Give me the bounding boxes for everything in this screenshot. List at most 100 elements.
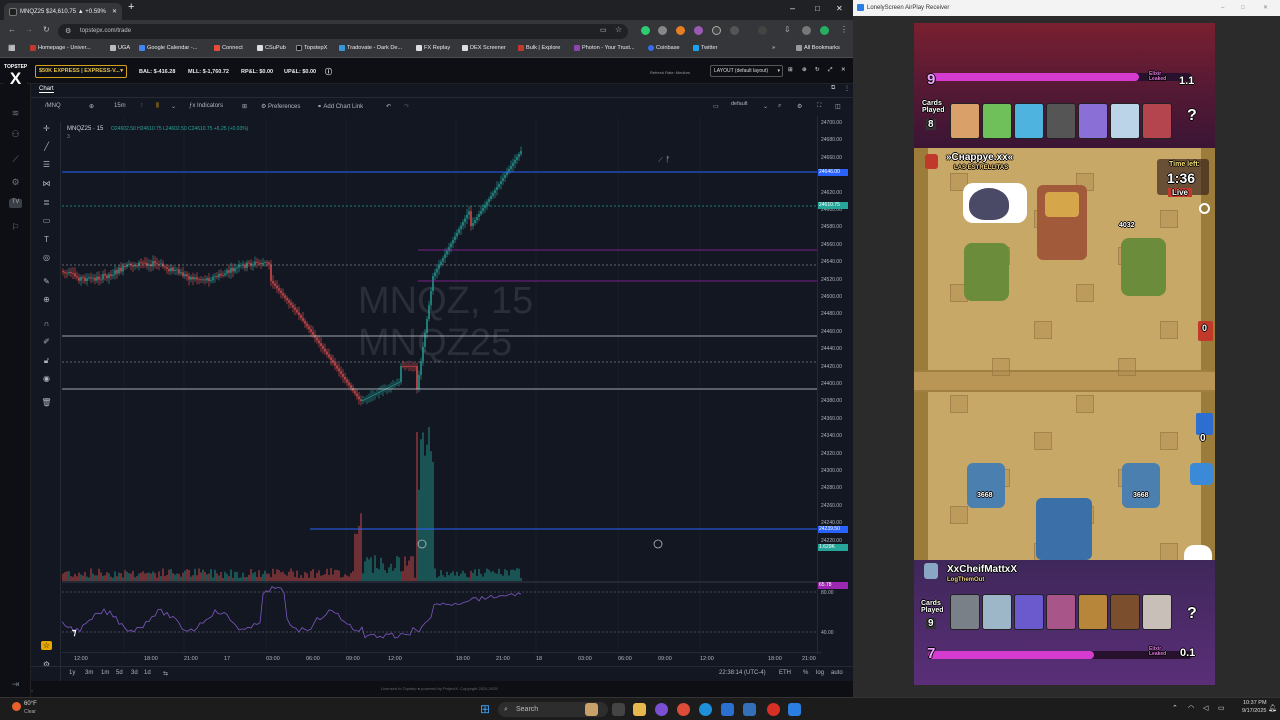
layout-select[interactable]: LAYOUT (default layout) ▾ bbox=[710, 65, 783, 77]
search-icon[interactable]: ⌕ bbox=[778, 103, 781, 110]
url-field[interactable]: ⚙ topstepx.com/trade bbox=[58, 24, 628, 39]
percent-toggle[interactable]: % bbox=[803, 670, 808, 676]
bookmark-connect[interactable]: Connect bbox=[214, 45, 243, 51]
bookmark-uga[interactable]: UGA bbox=[110, 45, 130, 51]
app-purple-icon[interactable] bbox=[655, 703, 668, 716]
range-1m[interactable]: 1m bbox=[101, 670, 109, 676]
battery-icon[interactable]: ▭ bbox=[1218, 704, 1225, 712]
extension-green-icon[interactable] bbox=[641, 26, 650, 35]
draw-mode-icon[interactable]: ✐ bbox=[41, 337, 52, 346]
airplay-receiver-icon[interactable] bbox=[788, 703, 801, 716]
bookmark-twitter[interactable]: Twitter bbox=[693, 45, 717, 51]
chart-layout-icon[interactable]: ▭ bbox=[713, 103, 719, 110]
site-info-icon[interactable]: ⚙ bbox=[65, 24, 71, 39]
trendline-icon[interactable]: ╱ bbox=[41, 142, 52, 151]
range-1d[interactable]: 1d bbox=[144, 670, 151, 676]
chart-settings-icon[interactable]: ⚙ bbox=[797, 103, 802, 110]
extension-x-icon[interactable] bbox=[712, 26, 721, 35]
refresh-icon[interactable]: ↻ bbox=[815, 67, 820, 73]
price-axis[interactable]: 24700.0024680.0024660.0024640.0024620.00… bbox=[817, 116, 853, 654]
legend-indicator-count[interactable]: 3 bbox=[67, 134, 248, 140]
back-icon[interactable]: ← bbox=[8, 25, 16, 34]
new-tab-icon[interactable]: + bbox=[128, 1, 134, 13]
extension-grey-icon[interactable] bbox=[658, 26, 667, 35]
popout-icon[interactable]: ⧉ bbox=[831, 85, 835, 92]
close-window-icon[interactable]: ✕ bbox=[1263, 0, 1268, 16]
bar-style-icon[interactable]: ⫶ bbox=[141, 103, 143, 110]
bookmark-star-icon[interactable]: ☆ bbox=[615, 25, 622, 34]
horizontal-lines-icon[interactable]: ☰ bbox=[41, 160, 52, 169]
reload-icon[interactable]: ↻ bbox=[43, 25, 50, 34]
template-select[interactable]: default bbox=[731, 101, 748, 107]
crosshair-icon[interactable]: ✛ bbox=[41, 124, 52, 133]
interval-select[interactable]: 15m bbox=[114, 103, 126, 109]
extension-orange-icon[interactable] bbox=[676, 26, 685, 35]
browser-tab[interactable]: MNQZ25 $24,610.75 ▲ +0.59% ✕ bbox=[4, 3, 122, 20]
fullscreen-chart-icon[interactable]: ⛶ bbox=[817, 103, 821, 110]
shape-icon[interactable]: ▭ bbox=[41, 216, 52, 225]
maximize-icon[interactable]: □ bbox=[1241, 0, 1245, 16]
account-selector[interactable]: $50K EXPRESS | EXPRESS-V... ▾ bbox=[35, 65, 127, 78]
start-icon[interactable]: ⊞ bbox=[480, 703, 490, 715]
favorite-tools-icon[interactable]: ☆ bbox=[41, 641, 52, 650]
tradingview-icon[interactable]: TV bbox=[9, 199, 22, 208]
redo-icon[interactable]: ↷ bbox=[404, 103, 409, 110]
fib-icon[interactable]: ≣ bbox=[41, 198, 52, 207]
bookmark-photon[interactable]: Photon - Your Trust... bbox=[574, 45, 635, 51]
add-chart-link-button[interactable]: ⚭ Add Chart Link bbox=[317, 103, 363, 110]
close-tab-icon[interactable]: ✕ bbox=[112, 8, 117, 15]
cast-icon[interactable]: ▭ bbox=[600, 26, 607, 34]
magnet-icon[interactable]: ∩ bbox=[41, 319, 52, 328]
bookmark-coinbase[interactable]: Coinbase bbox=[648, 45, 680, 51]
info-icon[interactable]: ⓘ bbox=[325, 67, 332, 77]
bookmark-homepage[interactable]: Homepage - Univer... bbox=[30, 45, 91, 51]
text-tool-icon[interactable]: T bbox=[41, 235, 52, 244]
symbol-search[interactable]: /MNQ bbox=[45, 103, 61, 109]
fullscreen-icon[interactable]: ⤢ bbox=[828, 67, 832, 74]
chrome-icon[interactable] bbox=[677, 703, 690, 716]
game-screen[interactable]: 9 Elixir Leaked 1.1 Cards Played 8 ? »Cн… bbox=[914, 23, 1215, 685]
add-symbol-icon[interactable]: ⊕ bbox=[89, 103, 94, 110]
maximize-icon[interactable]: □ bbox=[815, 4, 820, 13]
snapshot-icon[interactable]: ◫ bbox=[835, 103, 841, 110]
tab-search-icon[interactable] bbox=[758, 26, 767, 35]
template-chevron-icon[interactable]: ⌄ bbox=[763, 103, 768, 110]
panel-menu-icon[interactable]: ⋮ bbox=[844, 85, 850, 92]
candle-style-icon[interactable]: ⫼ bbox=[156, 103, 159, 110]
volume-icon[interactable]: ◁ bbox=[1203, 704, 1208, 712]
extension-purple-icon[interactable] bbox=[694, 26, 703, 35]
range-5d[interactable]: 5d bbox=[116, 670, 123, 676]
pitchfork-icon[interactable]: ⋈ bbox=[41, 179, 52, 188]
lock-icon[interactable]: 🔓︎ bbox=[41, 356, 52, 366]
range-3d[interactable]: 3d bbox=[131, 670, 138, 676]
bookmark-topstepx[interactable]: TopstepX bbox=[296, 45, 327, 51]
edge-icon[interactable] bbox=[699, 703, 712, 716]
apps-grid-icon[interactable]: ▦ bbox=[8, 43, 16, 52]
weather-icon[interactable] bbox=[12, 702, 21, 711]
browser-menu-icon[interactable]: ⋮ bbox=[840, 25, 848, 34]
time-axis[interactable]: 12:00 18:00 21:00 17 03:00 06:00 09:00 12:00 18:… bbox=[62, 652, 822, 664]
chart-nav-icon[interactable]: ⚇ bbox=[9, 129, 22, 139]
price-chart[interactable]: MNQZ, 15 MNQZ25 ⁊ ⟋ ᚠ bbox=[62, 116, 817, 654]
trash-icon[interactable]: 🗑︎ bbox=[41, 398, 52, 407]
collapse-sidebar-icon[interactable]: ⇥ bbox=[9, 679, 22, 689]
profile-icon[interactable] bbox=[802, 26, 811, 35]
auto-toggle[interactable]: auto bbox=[831, 670, 843, 676]
minimize-icon[interactable]: – bbox=[1221, 0, 1224, 16]
add-order-icon[interactable] bbox=[653, 539, 663, 549]
store-icon[interactable] bbox=[721, 703, 734, 716]
layout-add-icon[interactable]: ⊕ bbox=[802, 67, 807, 73]
indicators-button[interactable]: ƒx Indicators bbox=[189, 103, 223, 109]
hide-icon[interactable]: ◉ bbox=[41, 374, 52, 383]
pattern-icon[interactable]: ◎ bbox=[41, 253, 52, 262]
session-toggle[interactable]: ETH bbox=[779, 670, 791, 676]
undo-icon[interactable]: ↶ bbox=[386, 103, 391, 110]
notification-icon[interactable]: 🔔︎ bbox=[1268, 704, 1277, 712]
bookmark-bulk[interactable]: Bulk | Explore bbox=[518, 45, 560, 51]
layout-grid-icon[interactable]: ⊞ bbox=[242, 103, 247, 110]
extensions-puzzle-icon[interactable] bbox=[730, 26, 739, 35]
bookmark-tradovate[interactable]: Tradovate - Dark De... bbox=[339, 45, 402, 51]
bookmark-dex-screener[interactable]: DEX Screener bbox=[462, 45, 506, 51]
style-chevron-icon[interactable]: ⌄ bbox=[171, 103, 176, 110]
tray-chevron-icon[interactable]: ⌃ bbox=[1172, 704, 1178, 712]
